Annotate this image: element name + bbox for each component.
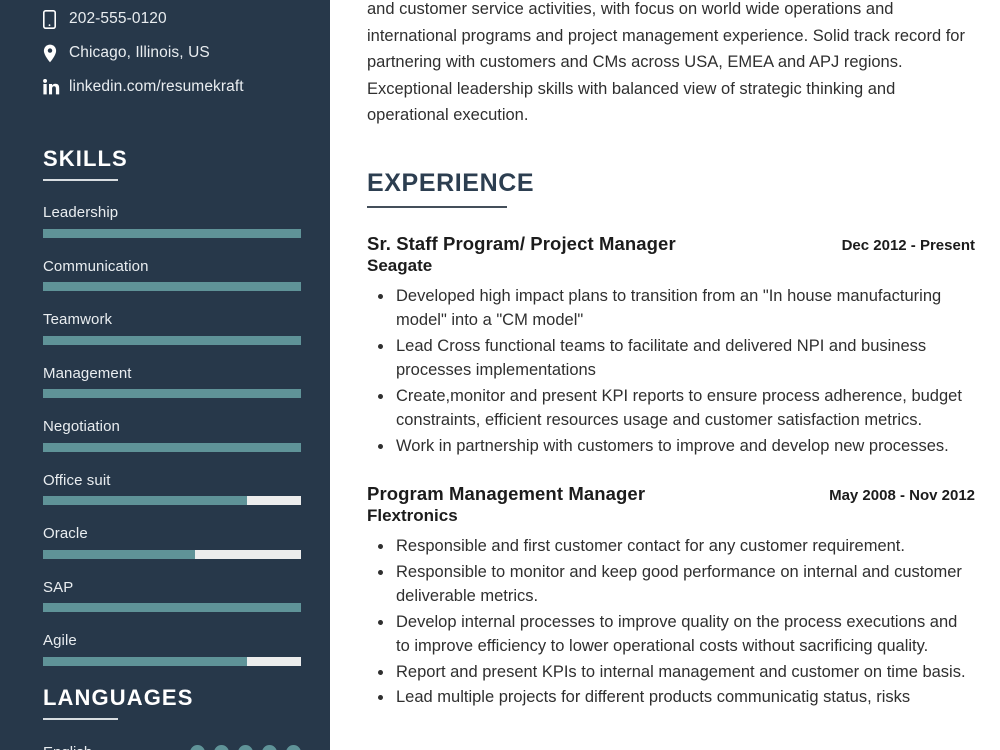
skill-row: Leadership xyxy=(43,204,301,238)
contact-item-linkedin[interactable]: linkedin.com/resumekraft xyxy=(43,70,330,104)
rating-dot xyxy=(214,744,229,750)
skill-row: Oracle xyxy=(43,525,301,559)
job-company: Flextronics xyxy=(367,506,458,525)
skill-level-bar xyxy=(43,282,301,291)
skill-row: Office suit xyxy=(43,471,301,505)
rating-dot xyxy=(262,744,277,750)
skill-row: Management xyxy=(43,364,301,398)
languages-heading: LANGUAGES xyxy=(43,684,194,710)
experience-entry-header: Sr. Staff Program/ Project Manager Dec 20… xyxy=(367,233,975,255)
language-label: English xyxy=(43,744,92,750)
job-title: Sr. Staff Program/ Project Manager xyxy=(367,232,676,254)
job-bullet: Lead multiple projects for different pro… xyxy=(367,685,975,710)
skill-level-fill xyxy=(43,228,301,238)
sidebar: 202-555-0120 Chicago, Illinois, US linke… xyxy=(0,0,330,750)
skill-label: Oracle xyxy=(43,525,88,542)
skill-label: Office suit xyxy=(43,471,111,489)
skill-level-bar xyxy=(43,335,301,345)
skills-section: SKILLS Leadership Communication Teamwork Ma… xyxy=(0,148,330,666)
skill-level-fill xyxy=(43,549,196,559)
job-bullet-list: Responsible and first customer contact f… xyxy=(367,534,975,710)
experience-heading-block: EXPERIENCE xyxy=(367,168,975,208)
skill-row: SAP xyxy=(43,578,301,612)
skill-level-bar xyxy=(43,442,301,452)
experience-entry-header: Program Management Manager May 2008 - Nov… xyxy=(367,483,975,505)
skill-label: Management xyxy=(43,364,132,382)
experience-list: Sr. Staff Program/ Project Manager Dec 20… xyxy=(367,233,975,710)
skill-level-bar xyxy=(43,603,301,612)
skill-row: Teamwork xyxy=(43,311,301,345)
skill-level-bar xyxy=(43,228,301,238)
contact-item-location: Chicago, Illinois, US xyxy=(43,36,330,70)
contact-list: 202-555-0120 Chicago, Illinois, US linke… xyxy=(0,2,330,104)
resume-page: 202-555-0120 Chicago, Illinois, US linke… xyxy=(0,0,1000,750)
skill-label: SAP xyxy=(43,578,74,596)
skill-label: Communication xyxy=(43,257,149,275)
skill-level-fill xyxy=(43,442,301,452)
skill-level-fill xyxy=(43,335,301,345)
job-company: Seagate xyxy=(367,255,433,275)
main-content: and customer service activities, with fo… xyxy=(330,0,1000,750)
skill-level-fill xyxy=(43,389,301,398)
job-bullet: Create,monitor and present KPI reports t… xyxy=(367,384,975,433)
skills-heading: SKILLS xyxy=(43,146,128,171)
experience-entry: Program Management Manager May 2008 - Nov… xyxy=(367,483,975,710)
skills-list: Leadership Communication Teamwork Managemen… xyxy=(43,204,301,666)
skill-label: Teamwork xyxy=(43,311,113,328)
skill-level-fill xyxy=(43,496,247,505)
job-bullet: Develop internal processes to improve qu… xyxy=(367,610,975,659)
experience-heading-rule xyxy=(367,205,507,208)
mobile-phone-icon xyxy=(43,9,69,29)
skill-level-bar xyxy=(43,496,301,505)
skill-row: Negotiation xyxy=(43,418,301,452)
languages-heading-rule xyxy=(43,717,118,720)
skill-level-bar xyxy=(43,656,301,666)
skill-level-fill xyxy=(43,603,301,612)
job-dates: May 2008 - Nov 2012 xyxy=(829,487,975,504)
job-bullet: Lead Cross functional teams to facilitat… xyxy=(367,334,975,383)
location-pin-icon xyxy=(43,44,69,63)
skill-level-bar xyxy=(43,389,301,398)
language-rating-dots xyxy=(190,744,301,750)
skill-row: Agile xyxy=(43,632,301,666)
linkedin-url: linkedin.com/resumekraft xyxy=(69,78,244,95)
professional-summary: and customer service activities, with fo… xyxy=(367,0,965,124)
skill-level-fill xyxy=(43,282,301,291)
job-bullet-list: Developed high impact plans to transitio… xyxy=(367,284,975,459)
job-bullet: Developed high impact plans to transitio… xyxy=(367,284,975,333)
linkedin-icon xyxy=(43,79,69,95)
job-dates: Dec 2012 - Present xyxy=(841,236,975,254)
language-row: English xyxy=(43,744,301,750)
skill-level-fill xyxy=(43,656,247,666)
job-title: Program Management Manager xyxy=(367,483,646,504)
rating-dot xyxy=(190,744,205,750)
skill-label: Agile xyxy=(43,632,77,649)
skills-heading-rule xyxy=(43,179,118,181)
rating-dot xyxy=(238,744,253,750)
contact-item-phone: 202-555-0120 xyxy=(43,2,330,36)
job-bullet: Responsible to monitor and keep good per… xyxy=(367,560,975,609)
skill-level-bar xyxy=(43,549,301,559)
skill-label: Leadership xyxy=(43,204,119,221)
experience-heading: EXPERIENCE xyxy=(367,168,535,197)
location-text: Chicago, Illinois, US xyxy=(69,44,210,61)
job-bullet: Report and present KPIs to internal mana… xyxy=(367,660,975,685)
skill-label: Negotiation xyxy=(43,418,120,435)
languages-list: English xyxy=(43,744,301,750)
phone-number: 202-555-0120 xyxy=(69,10,167,27)
job-bullet: Responsible and first customer contact f… xyxy=(367,534,975,559)
languages-section: LANGUAGES English xyxy=(0,684,330,750)
job-bullet: Work in partnership with customers to im… xyxy=(367,434,975,459)
experience-entry: Sr. Staff Program/ Project Manager Dec 20… xyxy=(367,233,975,459)
rating-dot xyxy=(286,744,301,750)
skill-row: Communication xyxy=(43,257,301,291)
